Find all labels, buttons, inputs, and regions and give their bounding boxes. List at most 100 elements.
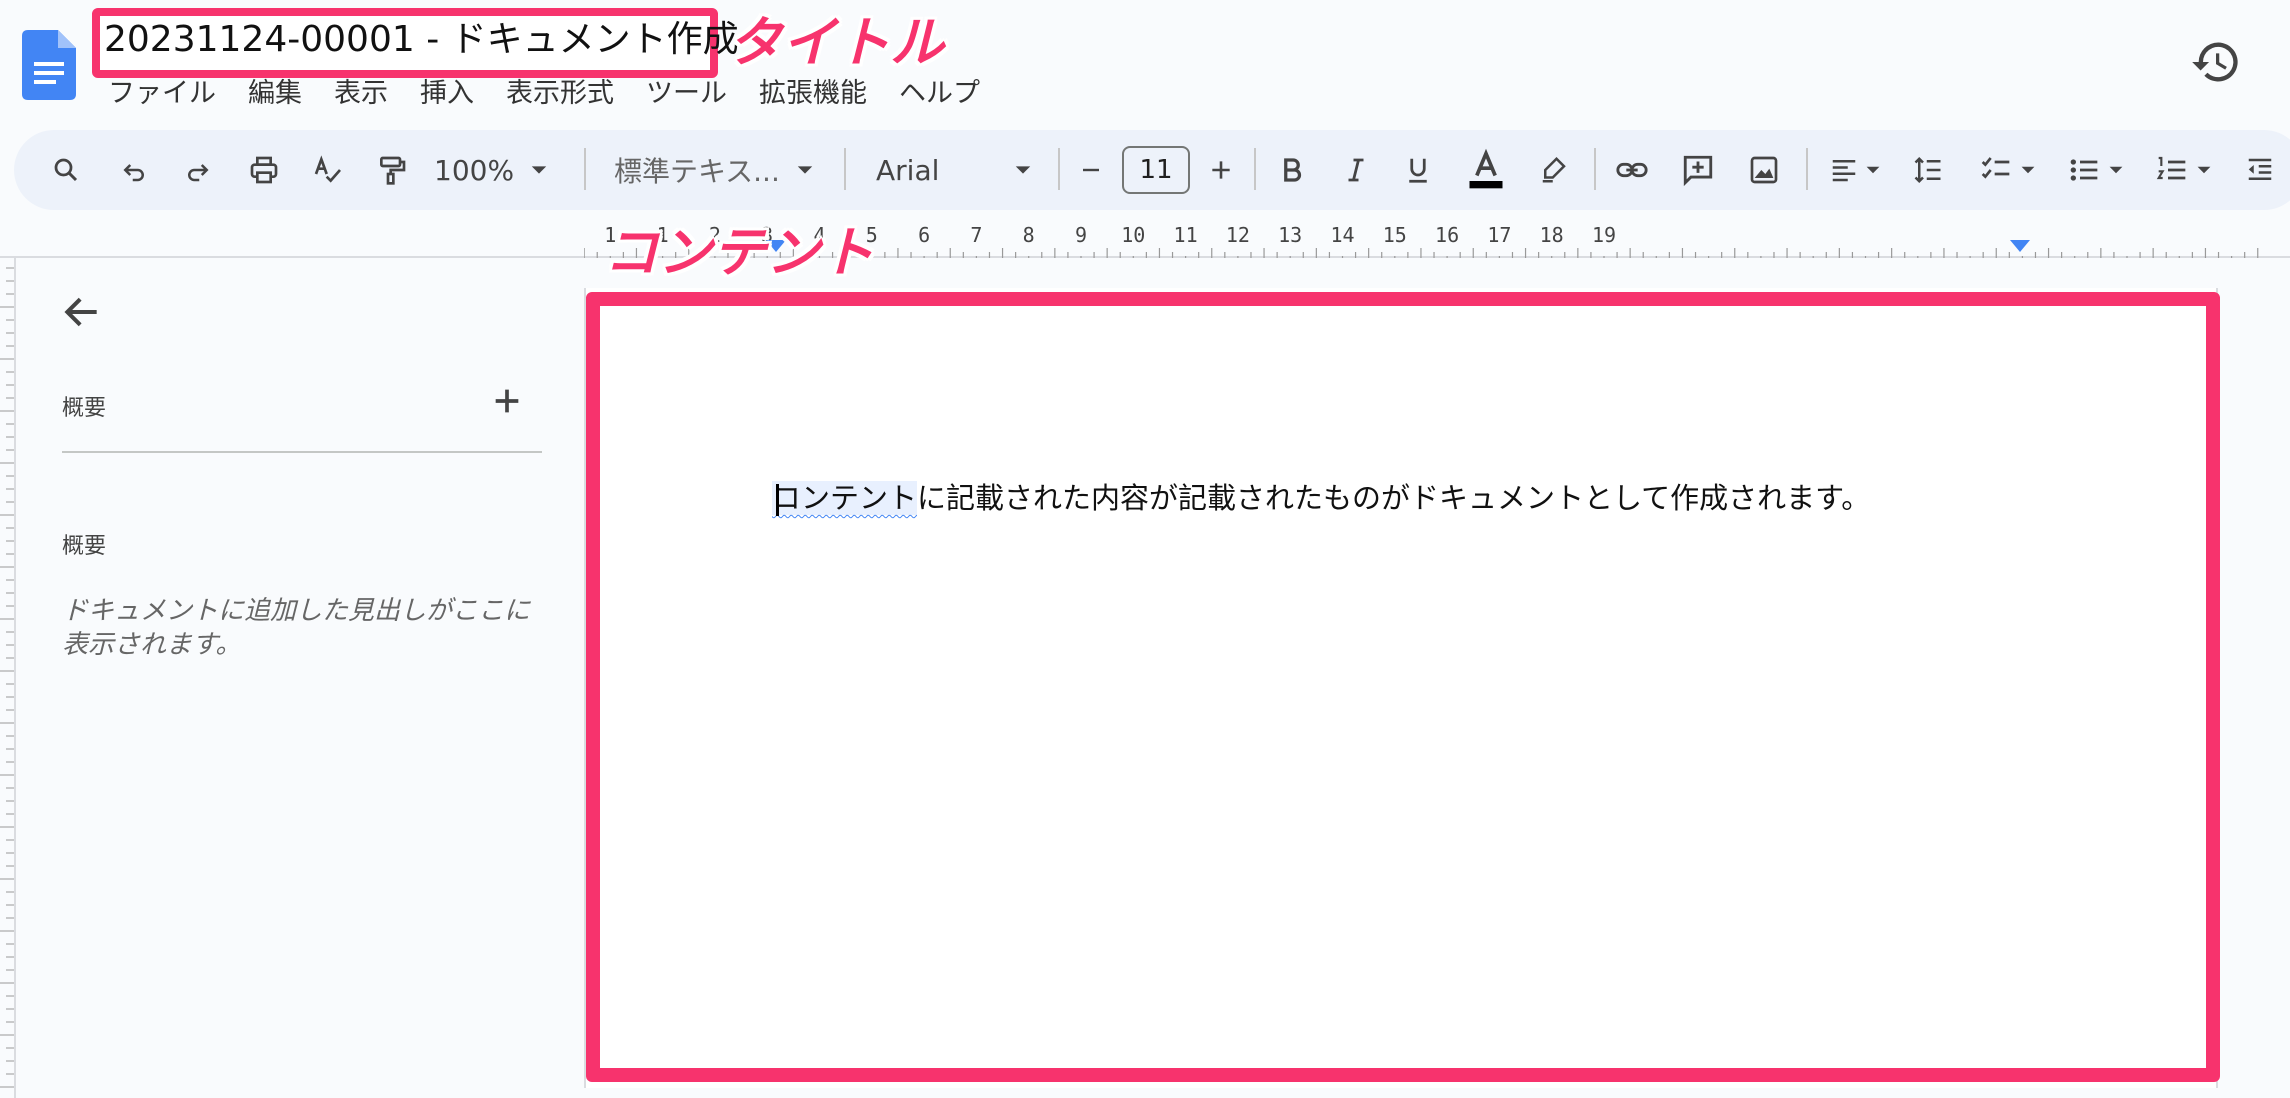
body-rest-text: に記載された内容が記載されたものがドキュメントとして作成されます。 (917, 481, 1871, 515)
chevron-down-icon (1015, 166, 1031, 174)
menu-tools[interactable]: ツール (646, 74, 727, 114)
font-size-input[interactable]: 11 (1122, 146, 1190, 194)
ruler-label: 7 (970, 223, 982, 247)
chevron-down-icon (2021, 166, 2035, 174)
highlight-icon (1542, 156, 1566, 183)
highlight-color-button[interactable] (1534, 130, 1574, 210)
chevron-down-icon (797, 166, 813, 174)
ruler-label: 9 (1075, 223, 1087, 247)
menu-help[interactable]: ヘルプ (899, 74, 980, 114)
text-color-icon (1469, 148, 1503, 189)
underline-icon (1409, 158, 1427, 183)
spellcheck-button[interactable] (306, 130, 350, 210)
toolbar-divider (1058, 148, 1060, 190)
menu-edit[interactable]: 編集 (248, 74, 302, 114)
undo-icon (123, 164, 144, 182)
menu-view[interactable]: 表示 (334, 74, 388, 114)
text-cursor (776, 484, 779, 516)
chevron-down-icon (2109, 166, 2123, 174)
paragraph-style-value: 標準テキス... (614, 155, 780, 188)
checklist-button[interactable] (1972, 130, 2044, 210)
title-callout-label: タイトル (728, 11, 944, 74)
plus-icon (1212, 161, 1230, 179)
bold-button[interactable] (1272, 130, 1312, 210)
numbered-list-icon (2156, 156, 2186, 180)
menu-file[interactable]: ファイル (108, 74, 216, 114)
history-icon[interactable] (2190, 36, 2242, 88)
search-menus-button[interactable] (46, 130, 86, 210)
line-spacing-button[interactable] (1908, 130, 1948, 210)
ruler-label: 14 (1330, 223, 1354, 247)
ruler-label: 17 (1487, 223, 1511, 247)
body-highlighted-word: コンテント (772, 481, 918, 515)
increase-font-size-button[interactable] (1204, 130, 1238, 210)
print-button[interactable] (242, 130, 286, 210)
content-annotation-box (586, 292, 2220, 1082)
menu-insert[interactable]: 挿入 (420, 74, 474, 114)
menu-format[interactable]: 表示形式 (506, 74, 614, 114)
ruler-label: 18 (1540, 223, 1564, 247)
menu-extensions[interactable]: 拡張機能 (759, 74, 867, 114)
font-value: Arial (876, 153, 940, 187)
document-title[interactable]: 20231124-00001 - ドキュメント作成 (104, 18, 739, 62)
ruler-label: 13 (1278, 223, 1302, 247)
spellcheck-icon (314, 155, 342, 183)
add-comment-button[interactable] (1676, 130, 1720, 210)
docs-logo-icon[interactable] (22, 30, 76, 100)
paragraph-style-select[interactable]: 標準テキス... (614, 130, 822, 210)
right-indent-marker[interactable] (2010, 240, 2030, 252)
print-icon (250, 156, 278, 184)
document-body-text[interactable]: コンテントに記載された内容が記載されたものがドキュメントとして作成されます。 (772, 478, 1870, 518)
outline-empty-hint: ドキュメントに追加した見出しがここに表示されます。 (62, 596, 531, 660)
decrease-indent-button[interactable] (2240, 130, 2280, 210)
ruler-label: 12 (1226, 223, 1250, 247)
ruler-label: 8 (1023, 223, 1035, 247)
zoom-value: 100% (434, 153, 515, 187)
back-arrow-icon[interactable] (60, 290, 104, 334)
zoom-select[interactable]: 100% (434, 130, 574, 210)
toolbar-divider (1594, 148, 1596, 190)
menu-bar: ファイル 編集 表示 挿入 表示形式 ツール 拡張機能 ヘルプ (108, 74, 980, 114)
insert-image-button[interactable] (1742, 130, 1786, 210)
outline-header-label: 概要 (62, 396, 107, 421)
ruler-label: 11 (1174, 223, 1198, 247)
outline-section-label: 概要 (62, 534, 107, 559)
vertical-ruler (0, 267, 14, 1088)
sidebar-divider (62, 451, 542, 453)
image-icon (1750, 156, 1778, 184)
insert-link-button[interactable] (1610, 130, 1654, 210)
chevron-down-icon (2197, 166, 2211, 174)
chevron-down-icon (531, 166, 547, 174)
chevron-down-icon (1866, 166, 1880, 174)
undo-button[interactable] (114, 130, 154, 210)
checklist-icon (1981, 157, 2010, 179)
vertical-ruler-edge (14, 258, 16, 1098)
numbered-list-button[interactable] (2148, 130, 2220, 210)
content-callout-label: コンテント (604, 221, 874, 284)
ruler-label: 6 (918, 223, 930, 247)
ruler-label: 19 (1592, 223, 1616, 247)
bullet-list-button[interactable] (2060, 130, 2132, 210)
align-button[interactable] (1820, 130, 1890, 210)
align-left-icon (1832, 160, 1856, 182)
ruler-label: 16 (1435, 223, 1459, 247)
bullet-list-icon (2070, 159, 2098, 181)
line-spacing-icon (1914, 156, 1941, 184)
italic-button[interactable] (1336, 130, 1376, 210)
search-icon (54, 158, 78, 182)
font-select[interactable]: Arial (876, 130, 1032, 210)
paint-format-button[interactable] (370, 130, 414, 210)
underline-button[interactable] (1398, 130, 1438, 210)
toolbar-divider (1254, 148, 1256, 190)
bold-icon (1284, 158, 1302, 182)
text-color-button[interactable] (1462, 130, 1510, 210)
paint-format-icon (380, 156, 406, 185)
decrease-font-size-button[interactable] (1074, 130, 1108, 210)
italic-icon (1348, 158, 1364, 182)
add-comment-icon (1683, 155, 1713, 187)
redo-button[interactable] (178, 130, 218, 210)
add-icon[interactable] (490, 384, 524, 418)
decrease-indent-icon (2248, 158, 2272, 180)
minus-icon (1083, 168, 1099, 172)
toolbar-divider (584, 148, 586, 190)
